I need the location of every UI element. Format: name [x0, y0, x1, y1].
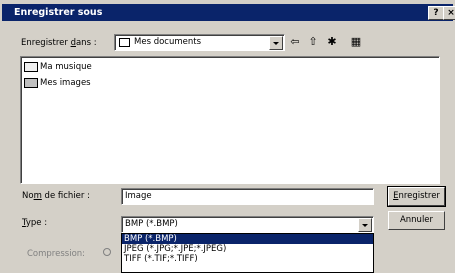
save-button[interactable]: Enregistrer: [387, 186, 446, 207]
filetype-option[interactable]: TIFF (*.TIF;*.TIFF): [122, 254, 373, 264]
close-button[interactable]: ×: [443, 6, 455, 20]
back-icon[interactable]: ⇦: [289, 34, 301, 50]
dialog-title: Enregistrer sous: [14, 7, 103, 18]
list-item-label: Ma musique: [40, 62, 92, 72]
filetype-value: BMP (*.BMP): [125, 219, 178, 229]
filename-input[interactable]: Image: [121, 188, 374, 205]
save-in-value: Mes documents: [134, 37, 202, 47]
new-folder-icon[interactable]: ✱: [325, 34, 339, 50]
help-button[interactable]: ?: [428, 6, 444, 20]
filename-label-pre: No: [22, 191, 34, 201]
save-in-combo[interactable]: Mes documents: [114, 34, 285, 51]
list-item-label: Mes images: [40, 78, 91, 88]
cancel-button[interactable]: Annuler: [388, 211, 445, 230]
save-button-label: nregistrer: [398, 191, 440, 201]
view-menu-icon[interactable]: ▦: [346, 34, 366, 50]
save-as-dialog: Enregistrer sous ? × Enregistrer dans : …: [0, 0, 455, 273]
save-in-dropdown-arrow[interactable]: [269, 36, 283, 50]
filetype-dropdown-arrow[interactable]: [358, 218, 372, 232]
title-bar[interactable]: Enregistrer sous ? ×: [2, 4, 455, 21]
filetype-label-post: ype :: [25, 218, 48, 228]
filetype-label: Type :: [22, 218, 47, 228]
up-folder-icon[interactable]: ⇧: [307, 34, 319, 50]
save-in-label-pre: Enregistrer: [21, 38, 71, 48]
folder-music-icon: [24, 62, 38, 72]
save-in-label: Enregistrer dans :: [21, 38, 97, 48]
save-in-label-post: ans :: [75, 38, 97, 48]
filetype-combo[interactable]: BMP (*.BMP): [121, 216, 374, 233]
compression-radio[interactable]: [103, 248, 111, 256]
filetype-dropdown-list[interactable]: BMP (*.BMP) JPEG (*.JPG;*.JPE;*.JPEG) TI…: [121, 233, 374, 273]
filetype-option[interactable]: BMP (*.BMP): [122, 234, 373, 244]
compression-label: Compression:: [27, 249, 86, 259]
folder-pictures-icon: [24, 78, 38, 88]
list-item[interactable]: Mes images: [24, 76, 91, 90]
filename-label: Nom de fichier :: [22, 191, 90, 201]
filetype-option[interactable]: JPEG (*.JPG;*.JPE;*.JPEG): [122, 244, 373, 254]
filename-value: Image: [125, 191, 152, 201]
filename-label-accel: m: [33, 191, 42, 201]
list-item[interactable]: Ma musique: [24, 60, 92, 74]
my-documents-icon: [119, 38, 130, 47]
filename-label-post: de fichier :: [41, 191, 90, 201]
file-list[interactable]: Ma musique Mes images: [20, 56, 440, 184]
